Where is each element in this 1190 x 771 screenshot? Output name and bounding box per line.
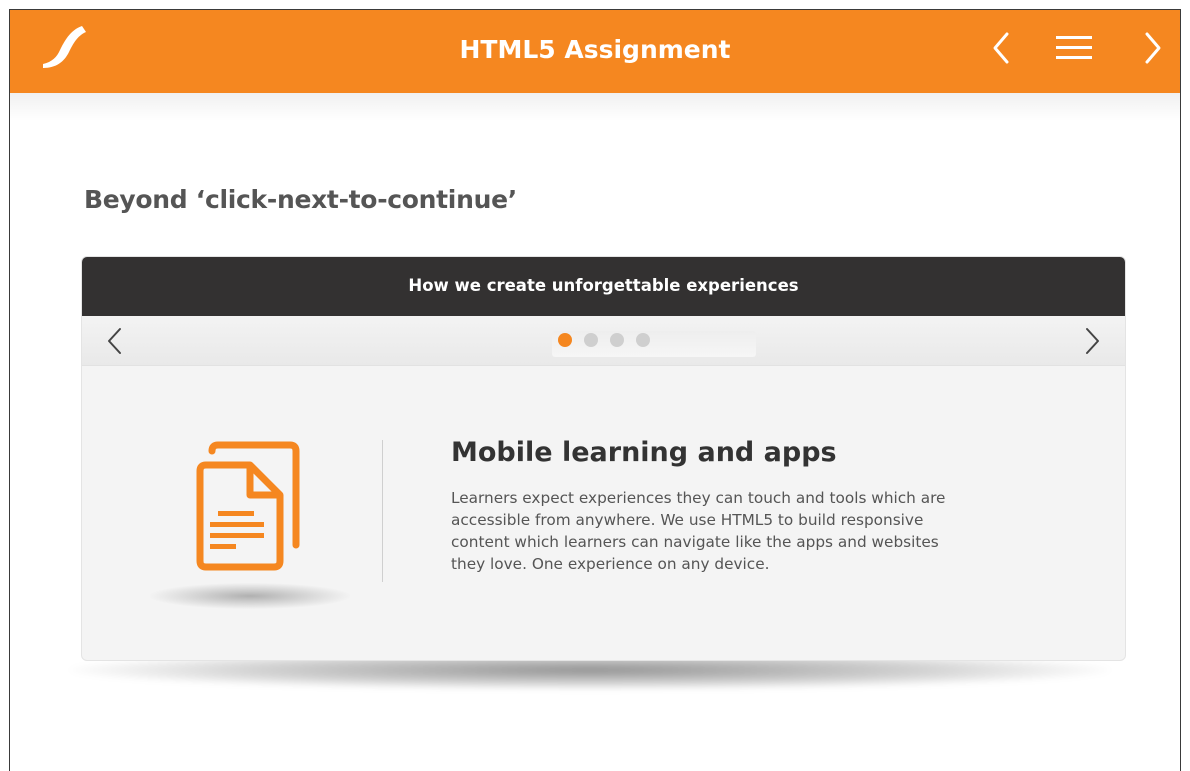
chevron-left-icon	[993, 32, 1009, 64]
carousel-card: How we create unforgettable experiences	[81, 256, 1126, 661]
carousel-title: How we create unforgettable experiences	[82, 257, 1125, 316]
swoosh-logo-icon[interactable]	[40, 24, 88, 70]
header-menu-button[interactable]	[1054, 30, 1096, 66]
icon-shadow	[150, 583, 350, 609]
carousel-dot-2[interactable]	[584, 333, 598, 347]
carousel-dot-4[interactable]	[636, 333, 650, 347]
slide-body: Learners expect experiences they can tou…	[451, 489, 946, 573]
header-prev-button[interactable]	[984, 30, 1020, 66]
carousel-dot-3[interactable]	[610, 333, 624, 347]
slide-divider	[382, 440, 383, 582]
carousel-dot-1[interactable]	[558, 333, 572, 347]
carousel-next-button[interactable]	[1075, 324, 1107, 358]
carousel-prev-button[interactable]	[100, 324, 132, 358]
page-heading: Beyond ‘click-next-to-continue’	[84, 185, 517, 214]
app-frame: HTML5 Assignment Beyond ‘click-next-to-c…	[9, 9, 1181, 771]
hamburger-menu-icon	[1056, 36, 1092, 59]
carousel-pagination	[552, 331, 756, 357]
top-bar-shadow	[10, 93, 1180, 121]
slide-title: Mobile learning and apps	[451, 437, 837, 468]
documents-icon	[192, 437, 312, 575]
chevron-left-icon	[108, 328, 121, 354]
top-bar: HTML5 Assignment	[10, 10, 1180, 93]
header-next-button[interactable]	[1136, 30, 1172, 66]
chevron-right-icon	[1086, 328, 1099, 354]
carousel-nav	[82, 316, 1125, 366]
chevron-right-icon	[1145, 32, 1161, 64]
